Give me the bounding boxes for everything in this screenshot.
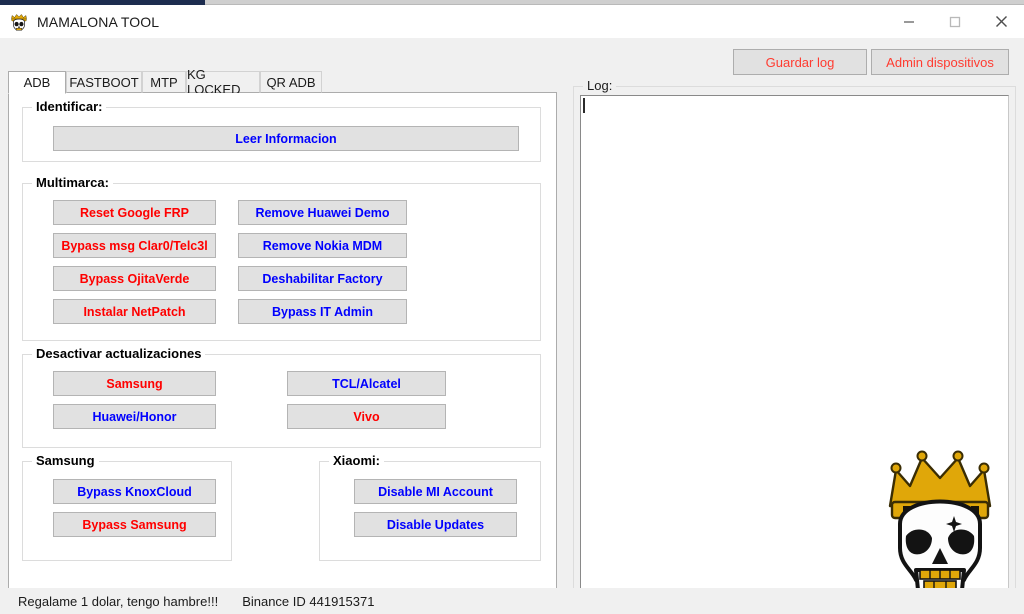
remove-nokia-mdm-button[interactable]: Remove Nokia MDM <box>238 233 407 258</box>
admin-devices-button[interactable]: Admin dispositivos <box>871 49 1009 75</box>
instalar-netpatch-button[interactable]: Instalar NetPatch <box>53 299 216 324</box>
samsung-updates-button[interactable]: Samsung <box>53 371 216 396</box>
group-multimarca: Multimarca: Reset Google FRP Remove Huaw… <box>22 183 541 341</box>
app-window: MAMALONA TOOL Guardar log Admin disposit… <box>0 0 1024 614</box>
leer-informacion-button[interactable]: Leer Informacion <box>53 126 519 151</box>
group-xiaomi-label: Xiaomi: <box>329 453 384 468</box>
group-desactivar-actualizaciones: Desactivar actualizaciones Samsung TCL/A… <box>22 354 541 448</box>
vivo-updates-button[interactable]: Vivo <box>287 404 446 429</box>
tab-strip: ADB FASTBOOT MTP KG LOCKED QR ADB <box>8 71 557 93</box>
group-log-label: Log: <box>583 78 616 93</box>
text-caret <box>583 98 585 113</box>
tab-page-adb: Identificar: Leer Informacion Multimarca… <box>8 93 557 614</box>
maximize-button[interactable] <box>932 5 978 38</box>
window-title: MAMALONA TOOL <box>37 14 159 30</box>
deshabilitar-factory-button[interactable]: Deshabilitar Factory <box>238 266 407 291</box>
log-textbox[interactable] <box>580 95 1009 607</box>
client-area: Guardar log Admin dispositivos ADB FASTB… <box>0 38 1024 614</box>
save-log-button[interactable]: Guardar log <box>733 49 867 75</box>
disable-mi-account-button[interactable]: Disable MI Account <box>354 479 517 504</box>
status-message: Regalame 1 dolar, tengo hambre!!! <box>18 594 218 609</box>
group-xiaomi: Xiaomi: Disable MI Account Disable Updat… <box>319 461 541 561</box>
group-identificar: Identificar: Leer Informacion <box>22 107 541 162</box>
group-desactivar-label: Desactivar actualizaciones <box>32 346 205 361</box>
close-button[interactable] <box>978 5 1024 38</box>
group-multimarca-label: Multimarca: <box>32 175 113 190</box>
group-identificar-label: Identificar: <box>32 99 106 114</box>
bypass-samsung-button[interactable]: Bypass Samsung <box>53 512 216 537</box>
bypass-knoxcloud-button[interactable]: Bypass KnoxCloud <box>53 479 216 504</box>
tcl-alcatel-updates-button[interactable]: TCL/Alcatel <box>287 371 446 396</box>
group-samsung: Samsung Bypass KnoxCloud Bypass Samsung <box>22 461 232 561</box>
bypass-ojitaverde-button[interactable]: Bypass OjitaVerde <box>53 266 216 291</box>
disable-updates-button[interactable]: Disable Updates <box>354 512 517 537</box>
status-binance-id: Binance ID 441915371 <box>242 594 374 609</box>
crowned-skull-icon <box>8 11 30 33</box>
bypass-it-admin-button[interactable]: Bypass IT Admin <box>238 299 407 324</box>
group-samsung-label: Samsung <box>32 453 99 468</box>
crowned-skull-logo <box>876 444 1004 604</box>
group-log: Log: <box>573 86 1016 614</box>
status-bar: Regalame 1 dolar, tengo hambre!!! Binanc… <box>0 588 1024 614</box>
tab-qr-adb[interactable]: QR ADB <box>260 71 322 93</box>
remove-huawei-demo-button[interactable]: Remove Huawei Demo <box>238 200 407 225</box>
tab-kg-locked[interactable]: KG LOCKED <box>186 71 260 93</box>
tab-adb[interactable]: ADB <box>8 71 66 94</box>
minimize-button[interactable] <box>886 5 932 38</box>
reset-google-frp-button[interactable]: Reset Google FRP <box>53 200 216 225</box>
bypass-msg-claro-telcel-button[interactable]: Bypass msg Clar0/Telc3l <box>53 233 216 258</box>
tab-fastboot[interactable]: FASTBOOT <box>66 71 142 93</box>
title-bar: MAMALONA TOOL <box>0 5 1024 38</box>
huawei-honor-updates-button[interactable]: Huawei/Honor <box>53 404 216 429</box>
window-controls <box>886 5 1024 38</box>
tab-mtp[interactable]: MTP <box>142 71 186 93</box>
